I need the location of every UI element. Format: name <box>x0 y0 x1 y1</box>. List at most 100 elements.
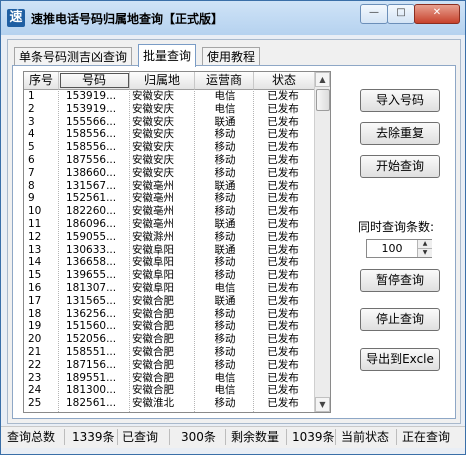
table-row[interactable]: 17 131565... 安徽合肥 联通 已发布 <box>24 295 330 308</box>
import-numbers-button[interactable]: 导入号码 <box>360 89 440 112</box>
stop-query-button[interactable]: 停止查询 <box>360 308 440 331</box>
cell-status: 已发布 <box>267 230 299 243</box>
spin-down-icon[interactable]: ▼ <box>417 248 432 257</box>
minimize-button[interactable]: — <box>360 4 388 24</box>
column-header-operator[interactable]: 运营商 <box>195 72 254 89</box>
table-row[interactable]: 21 158551... 安徽合肥 移动 已发布 <box>24 346 330 359</box>
table-row[interactable]: 10 182260... 安徽亳州 移动 已发布 <box>24 205 330 218</box>
table-row[interactable]: 16 181307... 安徽阜阳 电信 已发布 <box>24 282 330 295</box>
table-row[interactable]: 24 181300... 安徽合肥 电信 已发布 <box>24 384 330 397</box>
cell-operator: 移动 <box>214 128 236 141</box>
pause-query-button[interactable]: 暂停查询 <box>360 269 440 292</box>
spin-up-icon[interactable]: ▲ <box>417 240 432 248</box>
table-row[interactable]: 11 186096... 安徽亳州 联通 已发布 <box>24 218 330 231</box>
cell-phone-number: 130633... <box>66 243 117 256</box>
cell-status: 已发布 <box>267 218 299 230</box>
cell-status: 已发布 <box>267 166 299 179</box>
cell-operator: 移动 <box>214 192 236 205</box>
table-row[interactable]: 18 136256... 安徽合肥 移动 已发布 <box>24 308 330 321</box>
cell-status: 已发布 <box>267 128 299 141</box>
table-row[interactable]: 7 138660... 安徽安庆 移动 已发布 <box>24 167 330 180</box>
table-row[interactable]: 8 131567... 安徽亳州 联通 已发布 <box>24 180 330 193</box>
cell-row-number: 10 <box>28 205 42 218</box>
cell-phone-number: 187556... <box>66 154 117 166</box>
status-divider <box>225 429 226 445</box>
table-row[interactable]: 1 153919... 安徽安庆 电信 已发布 <box>24 90 330 103</box>
cell-operator: 移动 <box>214 320 236 333</box>
remaining-count-label: 剩余数量 <box>231 430 280 444</box>
cell-location: 安徽亳州 <box>132 218 174 230</box>
cell-operator: 移动 <box>214 358 236 371</box>
maximize-button[interactable]: □ <box>387 4 415 24</box>
scroll-up-arrow-icon[interactable]: ▲ <box>315 72 330 87</box>
start-query-button[interactable]: 开始查询 <box>360 155 440 178</box>
status-bar: 查询总数 1339条 已查询 300条 剩余数量 1039条 当前状态 正在查询 <box>1 426 465 448</box>
cell-phone-number: 186096... <box>66 218 117 230</box>
cell-operator: 联通 <box>214 179 236 192</box>
cell-row-number: 4 <box>28 128 35 141</box>
cell-location: 安徽亳州 <box>132 179 174 192</box>
remove-duplicates-button[interactable]: 去除重复 <box>360 122 440 145</box>
cell-status: 已发布 <box>267 154 299 166</box>
cell-status: 已发布 <box>267 269 299 282</box>
concurrent-count-stepper[interactable]: 100 ▲ ▼ <box>366 239 432 258</box>
column-header-no[interactable]: 序号 <box>24 72 59 89</box>
cell-operator: 电信 <box>214 384 236 397</box>
table-row[interactable]: 15 139655... 安徽阜阳 移动 已发布 <box>24 269 330 282</box>
cell-location: 安徽合肥 <box>132 333 174 346</box>
table-row[interactable]: 12 159055... 安徽滁州 移动 已发布 <box>24 231 330 244</box>
cell-phone-number: 131567... <box>66 179 117 192</box>
status-divider <box>396 429 397 445</box>
cell-location: 安徽阜阳 <box>132 256 174 269</box>
cell-location: 安徽滁州 <box>132 230 174 243</box>
tab-batch-query[interactable]: 批量查询 <box>138 44 197 67</box>
table-row[interactable]: 5 158556... 安徽安庆 移动 已发布 <box>24 141 330 154</box>
column-header-status[interactable]: 状态 <box>254 72 315 89</box>
cell-phone-number: 131565... <box>66 294 117 307</box>
scroll-down-arrow-icon[interactable]: ▼ <box>315 397 330 412</box>
cell-location: 安徽安庆 <box>132 90 174 102</box>
table-row[interactable]: 4 158556... 安徽安庆 移动 已发布 <box>24 128 330 141</box>
tab-tutorial[interactable]: 使用教程 <box>202 47 261 66</box>
tab-single-query[interactable]: 单条号码测吉凶查询 <box>14 47 133 66</box>
cell-operator: 移动 <box>214 307 236 320</box>
cell-location: 安徽合肥 <box>132 371 174 384</box>
table-row[interactable]: 25 182561... 安徽淮北 移动 已发布 <box>24 397 330 410</box>
table-row[interactable]: 13 130633... 安徽阜阳 联通 已发布 <box>24 244 330 257</box>
cell-row-number: 19 <box>28 320 42 333</box>
vertical-scrollbar[interactable]: ▲ ▼ <box>314 72 330 412</box>
table-row[interactable]: 23 189551... 安徽合肥 电信 已发布 <box>24 372 330 385</box>
cell-row-number: 6 <box>28 154 35 166</box>
cell-status: 已发布 <box>267 384 299 397</box>
close-button[interactable]: ✕ <box>414 4 460 24</box>
table-row[interactable]: 14 136658... 安徽阜阳 移动 已发布 <box>24 256 330 269</box>
cell-location: 安徽亳州 <box>132 192 174 205</box>
cell-location: 安徽阜阳 <box>132 269 174 282</box>
cell-location: 安徽阜阳 <box>132 243 174 256</box>
scrollbar-thumb[interactable] <box>316 89 330 111</box>
cell-location: 安徽合肥 <box>132 346 174 358</box>
table-row[interactable]: 6 187556... 安徽安庆 移动 已发布 <box>24 154 330 167</box>
table-row[interactable]: 20 152056... 安徽合肥 移动 已发布 <box>24 333 330 346</box>
total-count-value: 1339条 <box>72 430 115 444</box>
cell-status: 已发布 <box>267 192 299 205</box>
app-logo-icon: 速 <box>7 9 25 27</box>
table-row[interactable]: 2 153919... 安徽安庆 电信 已发布 <box>24 103 330 116</box>
table-row[interactable]: 9 152561... 安徽亳州 移动 已发布 <box>24 192 330 205</box>
table-row[interactable]: 19 151560... 安徽合肥 移动 已发布 <box>24 320 330 333</box>
cell-location: 安徽淮北 <box>132 397 174 410</box>
cell-row-number: 1 <box>28 90 35 102</box>
cell-operator: 移动 <box>214 333 236 346</box>
cell-row-number: 17 <box>28 294 42 307</box>
results-table[interactable]: 序号 号码 归属地 运营商 状态 1 153919... 安徽安庆 电信 已发布 2 153… <box>23 71 331 413</box>
cell-status: 已发布 <box>267 141 299 154</box>
window-title: 速推电话号码归属地查询【正式版】 <box>31 12 224 26</box>
table-row[interactable]: 3 155566... 安徽安庆 联通 已发布 <box>24 116 330 129</box>
table-row[interactable]: 22 187156... 安徽合肥 移动 已发布 <box>24 359 330 372</box>
title-bar[interactable]: 速 速推电话号码归属地查询【正式版】 — □ ✕ <box>1 1 465 35</box>
concurrent-count-value[interactable]: 100 <box>367 240 417 257</box>
export-excel-button[interactable]: 导出到Excle <box>360 348 440 371</box>
column-header-phone[interactable]: 号码 <box>59 72 130 89</box>
cell-operator: 移动 <box>214 230 236 243</box>
column-header-location[interactable]: 归属地 <box>130 72 195 89</box>
